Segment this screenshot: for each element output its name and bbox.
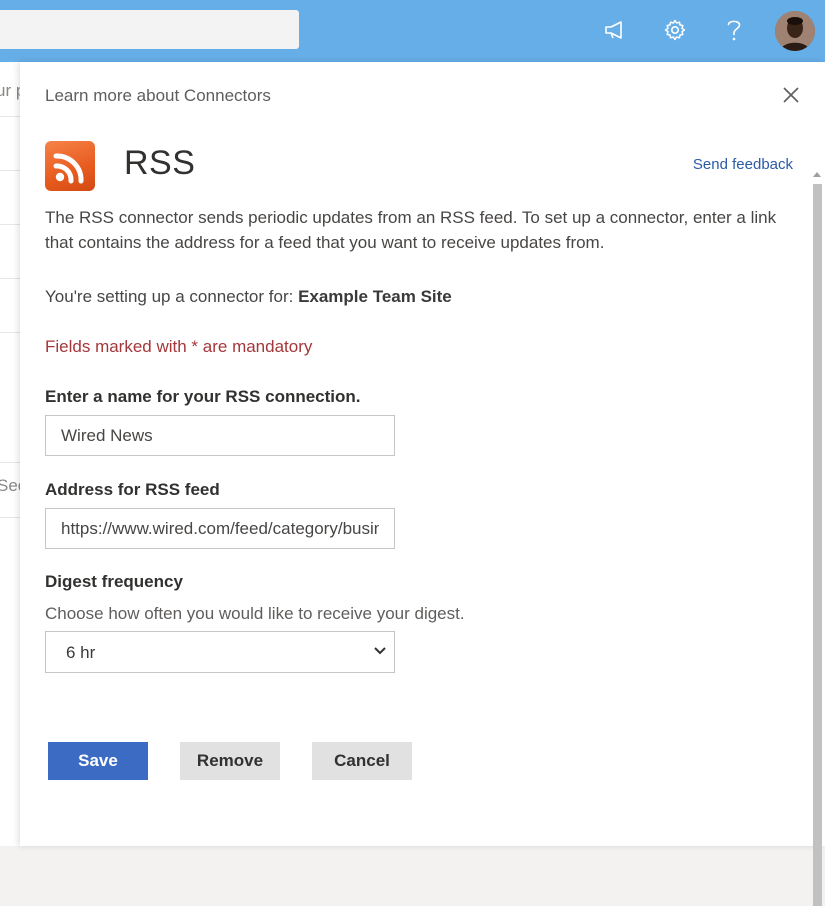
setup-for-prefix: You're setting up a connector for: bbox=[45, 287, 299, 306]
connection-name-input[interactable] bbox=[45, 415, 395, 456]
scrollbar[interactable] bbox=[810, 124, 825, 906]
rss-address-label: Address for RSS feed bbox=[45, 480, 220, 499]
divider bbox=[0, 116, 20, 117]
background-text: See bbox=[0, 476, 20, 495]
connector-panel: Learn more about Connectors RSS Send fee… bbox=[20, 62, 825, 906]
search-box[interactable] bbox=[0, 10, 299, 49]
connector-description: The RSS connector sends periodic updates… bbox=[45, 208, 777, 252]
avatar[interactable] bbox=[775, 11, 815, 51]
site-name: Example Team Site bbox=[298, 287, 452, 306]
page-title: RSS bbox=[124, 144, 196, 182]
divider bbox=[0, 332, 20, 333]
remove-button[interactable]: Remove bbox=[180, 742, 280, 780]
digest-frequency-hint: Choose how often you would like to recei… bbox=[45, 604, 465, 623]
scroll-up-arrow[interactable] bbox=[813, 172, 821, 177]
cancel-button[interactable]: Cancel bbox=[312, 742, 412, 780]
scrollbar-thumb[interactable] bbox=[813, 184, 822, 906]
setup-for-text: You're setting up a connector for: Examp… bbox=[45, 287, 452, 307]
digest-frequency-select[interactable]: 6 hr bbox=[45, 631, 395, 673]
mandatory-note: Fields marked with * are mandatory bbox=[45, 337, 313, 356]
megaphone-icon[interactable] bbox=[598, 12, 632, 48]
close-icon bbox=[783, 87, 799, 103]
divider bbox=[0, 517, 20, 518]
chevron-down-icon bbox=[374, 647, 386, 655]
gear-icon[interactable] bbox=[658, 12, 692, 48]
save-button[interactable]: Save bbox=[48, 742, 148, 780]
background-text: ur p bbox=[0, 81, 20, 100]
rss-icon bbox=[45, 141, 95, 191]
divider bbox=[0, 278, 20, 279]
divider bbox=[0, 170, 20, 171]
help-icon[interactable] bbox=[717, 12, 751, 48]
close-button[interactable] bbox=[780, 84, 802, 106]
background-page: ur p See bbox=[0, 62, 20, 846]
suite-bar bbox=[0, 0, 825, 62]
divider bbox=[0, 462, 20, 463]
learn-more-link[interactable]: Learn more about Connectors bbox=[45, 86, 271, 106]
rss-address-input[interactable] bbox=[45, 508, 395, 549]
connection-name-label: Enter a name for your RSS connection. bbox=[45, 387, 361, 406]
digest-frequency-value: 6 hr bbox=[66, 643, 96, 662]
divider bbox=[0, 224, 20, 225]
digest-frequency-label: Digest frequency bbox=[45, 572, 183, 591]
send-feedback-link[interactable]: Send feedback bbox=[693, 156, 793, 173]
